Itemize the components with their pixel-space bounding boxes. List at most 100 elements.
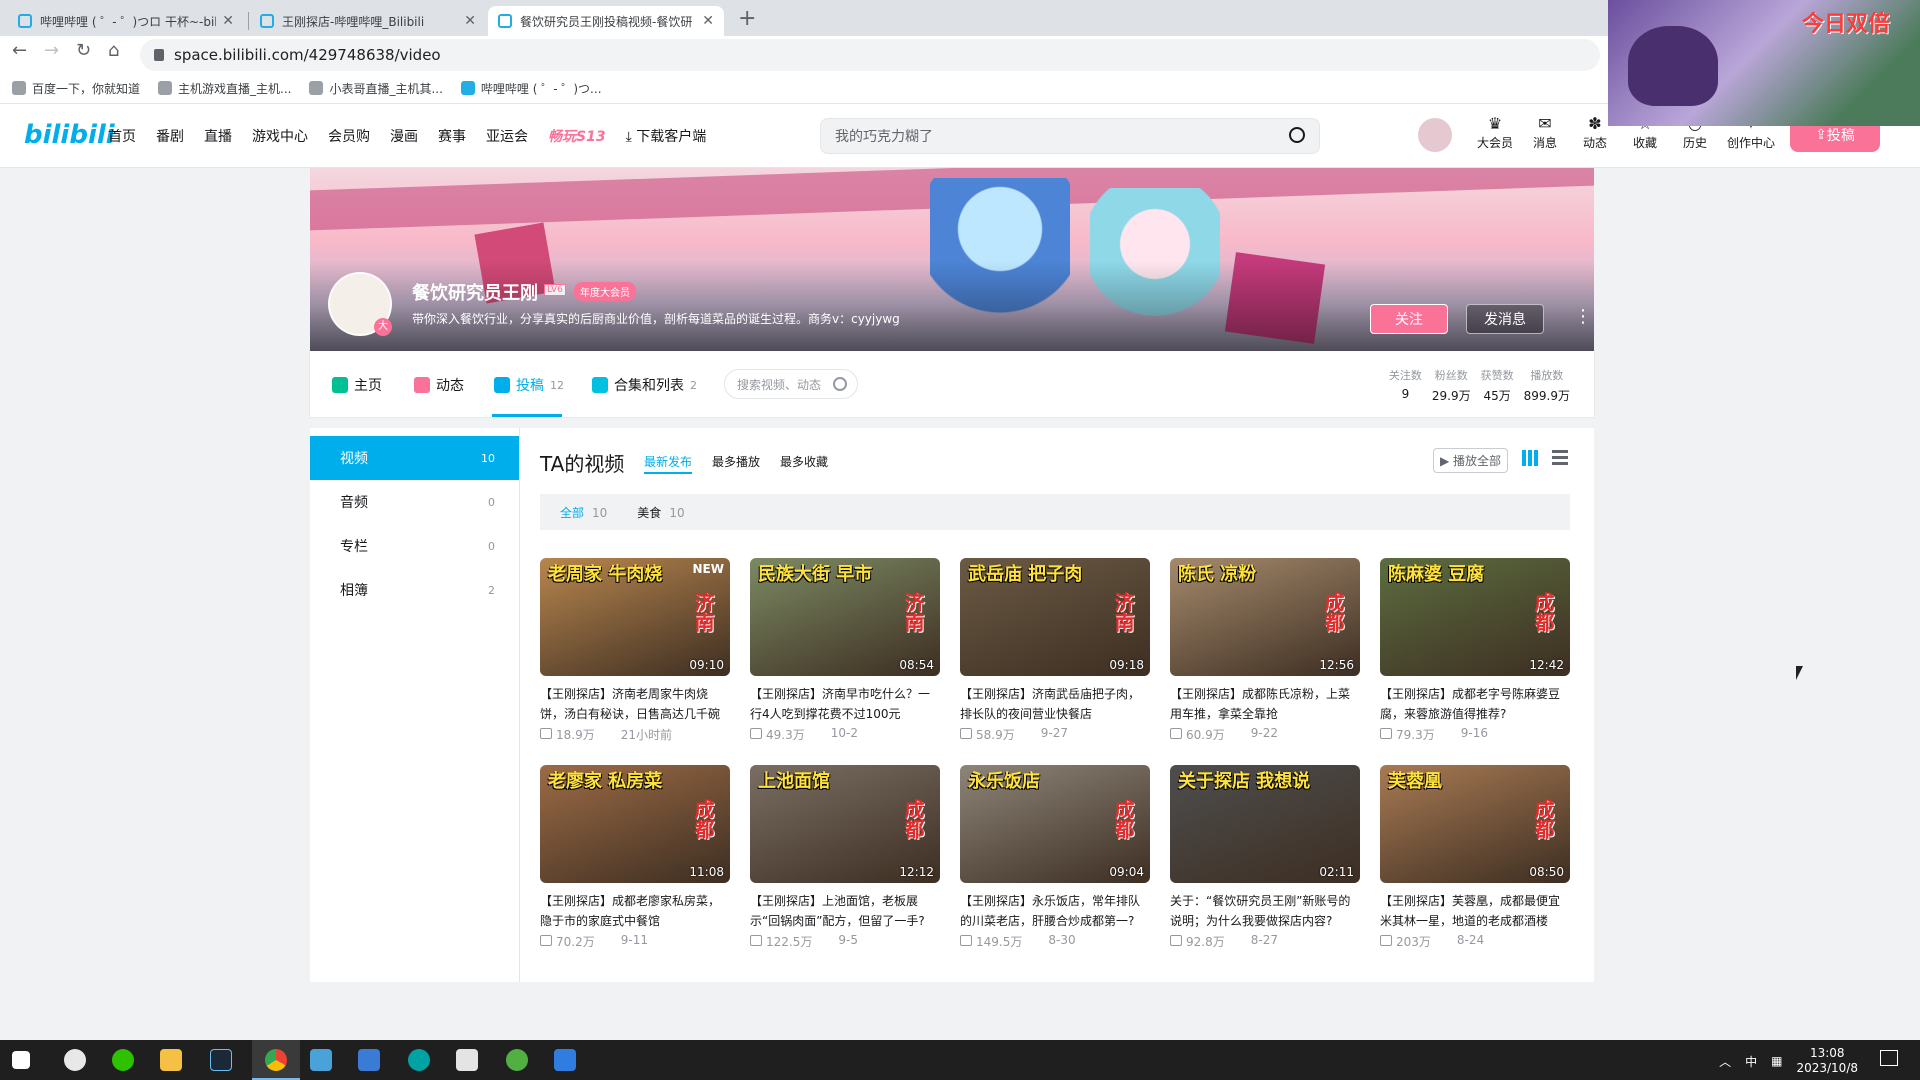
- profile-avatar[interactable]: 大: [328, 272, 392, 336]
- video-thumbnail[interactable]: 武岳庙 把子肉 济南 09:18: [960, 558, 1150, 676]
- video-card[interactable]: 上池面馆 成都 12:12 【王刚探店】上池面馆，老板展示“回锅肉面”配方，但留了一手…: [750, 765, 940, 950]
- nav-game-center[interactable]: 游戏中心: [252, 126, 308, 146]
- video-title[interactable]: 【王刚探店】成都老字号陈麻婆豆腐，来蓉旅游值得推荐?: [1380, 684, 1570, 724]
- video-title[interactable]: 【王刚探店】济南早市吃什么？一行4人吃到撑花费不过100元: [750, 684, 940, 724]
- messages-entry[interactable]: ✉ 消息: [1520, 114, 1570, 151]
- search-icon[interactable]: [833, 377, 847, 391]
- video-title[interactable]: 关于：“餐饮研究员王刚”新账号的说明；为什么我要做探店内容?: [1170, 891, 1360, 931]
- steam-icon[interactable]: [210, 1049, 232, 1071]
- play-all-button[interactable]: ▶ 播放全部: [1432, 448, 1508, 473]
- store-icon[interactable]: [358, 1049, 380, 1071]
- ime-indicator[interactable]: 中: [1745, 1053, 1757, 1070]
- tab-uploads[interactable]: 投稿 12: [494, 375, 564, 395]
- nav-esports[interactable]: 赛事: [438, 126, 466, 146]
- tab-dynamics[interactable]: 动态: [414, 375, 464, 395]
- video-card[interactable]: 武岳庙 把子肉 济南 09:18 【王刚探店】济南武岳庙把子肉，排长队的夜间营业快餐店…: [960, 558, 1150, 743]
- stat-followers[interactable]: 粉丝数 29.9万: [1432, 367, 1471, 404]
- video-thumbnail[interactable]: 上池面馆 成都 12:12: [750, 765, 940, 883]
- more-options-icon[interactable]: ⋮: [1574, 306, 1592, 327]
- video-thumbnail[interactable]: 陈氏 凉粉 成都 12:56: [1170, 558, 1360, 676]
- bookmark-item[interactable]: 主机游戏直播_主机...: [158, 80, 291, 97]
- bookmark-item[interactable]: 小表哥直播_主机其...: [309, 80, 443, 97]
- video-card[interactable]: 关于探店 我想说 02:11 关于：“餐饮研究员王刚”新账号的说明；为什么我要做探店…: [1170, 765, 1360, 950]
- chevron-up-icon[interactable]: ︿: [1719, 1053, 1731, 1070]
- home-icon[interactable]: ⌂: [108, 40, 119, 61]
- bookmark-item[interactable]: 百度一下，你就知道: [12, 80, 140, 97]
- app-icon[interactable]: [554, 1049, 576, 1071]
- nav-manga[interactable]: 漫画: [390, 126, 418, 146]
- vip-entry[interactable]: ♛ 大会员: [1470, 114, 1520, 151]
- sidebar-item-video[interactable]: 视频 10: [310, 436, 519, 480]
- video-thumbnail[interactable]: 老周家 牛肉烧 济南 NEW 09:10: [540, 558, 730, 676]
- video-card[interactable]: 陈氏 凉粉 成都 12:56 【王刚探店】成都陈氏凉粉，上菜用车推，拿菜全靠抢 60.9…: [1170, 558, 1360, 743]
- file-explorer-icon[interactable]: [160, 1049, 182, 1071]
- reload-icon[interactable]: ↻: [76, 40, 91, 61]
- list-view-icon[interactable]: [1552, 450, 1568, 466]
- video-title[interactable]: 【王刚探店】上池面馆，老板展示“回锅肉面”配方，但留了一手?: [750, 891, 940, 931]
- sidebar-item-audio[interactable]: 音频 0: [310, 480, 519, 524]
- qq-icon[interactable]: [64, 1049, 86, 1071]
- new-tab-icon[interactable]: +: [738, 6, 756, 31]
- video-title[interactable]: 【王刚探店】永乐饭店，常年排队的川菜老店，肝腰合炒成都第一?: [960, 891, 1150, 931]
- search-input[interactable]: 我的巧克力糊了: [820, 118, 1320, 154]
- sidebar-item-albums[interactable]: 相簿 2: [310, 568, 519, 612]
- video-card[interactable]: 民族大街 早市 济南 08:54 【王刚探店】济南早市吃什么？一行4人吃到撑花费不过1…: [750, 558, 940, 743]
- stat-following[interactable]: 关注数 9: [1389, 367, 1422, 404]
- video-thumbnail[interactable]: 民族大街 早市 济南 08:54: [750, 558, 940, 676]
- bookmark-item[interactable]: 哔哩哔哩 ( ゜- ゜)つ...: [460, 80, 602, 97]
- nav-asian-games[interactable]: 亚运会: [486, 126, 528, 146]
- video-thumbnail[interactable]: 永乐饭店 成都 09:04: [960, 765, 1150, 883]
- search-icon[interactable]: [1289, 127, 1305, 143]
- back-icon[interactable]: ←: [12, 40, 27, 61]
- video-title[interactable]: 【王刚探店】成都陈氏凉粉，上菜用车推，拿菜全靠抢: [1170, 684, 1360, 724]
- forward-icon[interactable]: →: [44, 40, 59, 61]
- clock[interactable]: 13:08 2023/10/8: [1796, 1046, 1858, 1076]
- xbox-icon[interactable]: [506, 1049, 528, 1071]
- close-tab-icon[interactable]: ✕: [222, 13, 234, 29]
- video-card[interactable]: 老廖家 私房菜 成都 11:08 【王刚探店】成都老廖家私房菜，隐于市的家庭式中餐馆 7…: [540, 765, 730, 950]
- nav-bangumi[interactable]: 番剧: [156, 126, 184, 146]
- nav-home[interactable]: 首页: [108, 126, 136, 146]
- video-card[interactable]: 永乐饭店 成都 09:04 【王刚探店】永乐饭店，常年排队的川菜老店，肝腰合炒成都第一…: [960, 765, 1150, 950]
- browser-tab-2[interactable]: 王刚探店-哔哩哔哩_Bilibili ✕: [250, 6, 486, 36]
- video-title[interactable]: 【王刚探店】芙蓉凰，成都最便宜米其林一星，地道的老成都酒楼: [1380, 891, 1570, 931]
- browser-tab-1[interactable]: 哔哩哔哩 ( ゜- ゜)つロ 干杯~-bili ✕: [8, 6, 244, 36]
- notification-icon[interactable]: [1880, 1050, 1898, 1066]
- address-bar[interactable]: space.bilibili.com/429748638/video: [140, 39, 1600, 71]
- tab-collections[interactable]: 合集和列表 2: [592, 375, 697, 395]
- nav-shop[interactable]: 会员购: [328, 126, 370, 146]
- nav-download[interactable]: ⤓ 下载客户端: [626, 126, 707, 146]
- sort-most-played[interactable]: 最多播放: [712, 453, 760, 474]
- close-tab-icon[interactable]: ✕: [464, 13, 476, 29]
- sort-most-favorited[interactable]: 最多收藏: [780, 453, 828, 474]
- profile-search-input[interactable]: 搜索视频、动态: [724, 369, 858, 399]
- send-message-button[interactable]: 发消息: [1466, 304, 1544, 334]
- floating-video-thumbnail[interactable]: 今日双倍: [1608, 0, 1920, 126]
- video-card[interactable]: 老周家 牛肉烧 济南 NEW 09:10 【王刚探店】济南老周家牛肉烧饼，汤白有秘诀，日…: [540, 558, 730, 743]
- video-title[interactable]: 【王刚探店】济南武岳庙把子肉，排长队的夜间营业快餐店: [960, 684, 1150, 724]
- sort-newest[interactable]: 最新发布: [644, 453, 693, 474]
- video-thumbnail[interactable]: 老廖家 私房菜 成都 11:08: [540, 765, 730, 883]
- follow-button[interactable]: 关注: [1370, 304, 1448, 334]
- sidebar-item-articles[interactable]: 专栏 0: [310, 524, 519, 568]
- tab-home[interactable]: 主页: [332, 375, 382, 395]
- wechat-icon[interactable]: [112, 1049, 134, 1071]
- video-title[interactable]: 【王刚探店】成都老廖家私房菜，隐于市的家庭式中餐馆: [540, 891, 730, 931]
- video-card[interactable]: 芙蓉凰 成都 08:50 【王刚探店】芙蓉凰，成都最便宜米其林一星，地道的老成都酒楼 2…: [1380, 765, 1570, 950]
- settings-icon[interactable]: [310, 1049, 332, 1071]
- nav-s13[interactable]: 畅玩S13: [548, 126, 606, 146]
- video-title[interactable]: 【王刚探店】济南老周家牛肉烧饼，汤白有秘诀，日售高达几千碗: [540, 684, 730, 724]
- user-avatar[interactable]: [1418, 118, 1452, 152]
- video-thumbnail[interactable]: 关于探店 我想说 02:11: [1170, 765, 1360, 883]
- windows-start-icon[interactable]: [12, 1051, 30, 1069]
- bilibili-logo[interactable]: bilibili: [24, 120, 115, 150]
- nav-live[interactable]: 直播: [204, 126, 232, 146]
- video-thumbnail[interactable]: 芙蓉凰 成都 08:50: [1380, 765, 1570, 883]
- grid-view-icon[interactable]: [1522, 450, 1538, 466]
- keyboard-grid-icon[interactable]: ▦: [1771, 1054, 1782, 1068]
- app-icon[interactable]: [408, 1049, 430, 1071]
- app-icon[interactable]: [456, 1049, 478, 1071]
- browser-tab-3-active[interactable]: 餐饮研究员王刚投稿视频-餐饮研 ✕: [488, 6, 724, 36]
- video-thumbnail[interactable]: 陈麻婆 豆腐 成都 12:42: [1380, 558, 1570, 676]
- video-card[interactable]: 陈麻婆 豆腐 成都 12:42 【王刚探店】成都老字号陈麻婆豆腐，来蓉旅游值得推荐? 7…: [1380, 558, 1570, 743]
